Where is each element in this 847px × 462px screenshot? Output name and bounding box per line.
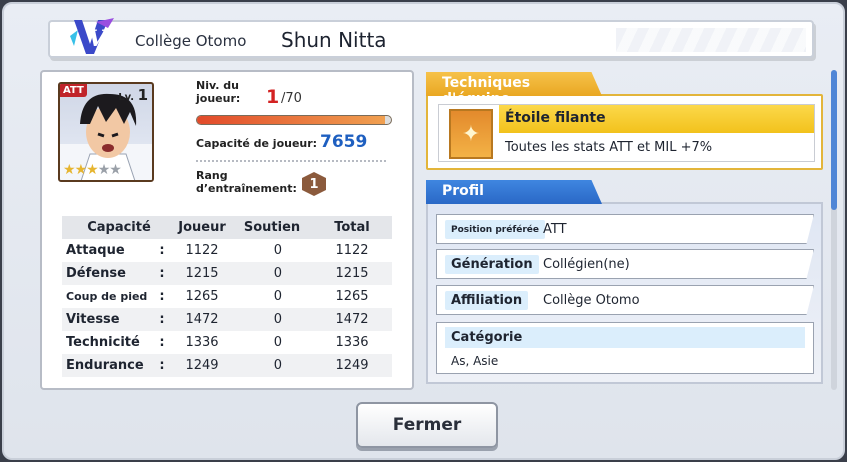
player-detail-dialog: V Collège Otomo Shun Nitta ATT Lv. 1 ★★★… — [2, 2, 845, 460]
header-total: Total — [334, 220, 370, 235]
star-icon: ★ — [74, 162, 88, 178]
category-label: Catégorie — [445, 327, 805, 348]
v-logo-icon: V — [70, 18, 114, 54]
capacity-label: Capacité de joueur: — [196, 137, 318, 150]
header-support: Soutien — [243, 220, 301, 235]
school-name: Collège Otomo — [135, 32, 247, 50]
player-level-value: 1 — [266, 86, 280, 108]
table-row: Technicité: 1336 0 1336 — [66, 335, 369, 350]
player-portrait[interactable]: ATT Lv. 1 ★★★★★ — [58, 82, 154, 182]
profile-row-affiliation: Affiliation Collège Otomo — [436, 285, 814, 315]
team-technique-card[interactable]: ✦ Étoile filante Toutes les stats ATT et… — [426, 94, 823, 170]
dotted-divider — [196, 160, 386, 162]
close-button[interactable]: Fermer — [356, 402, 498, 448]
table-row: Vitesse: 1472 0 1472 — [62, 308, 392, 331]
header-capacity: Capacité — [87, 220, 151, 235]
svg-text:V: V — [88, 26, 107, 52]
table-row: Défense: 1215 0 1215 — [62, 262, 392, 285]
player-name: Shun Nitta — [281, 28, 387, 52]
card-level: Lv. 1 — [118, 86, 148, 104]
technique-item[interactable]: ✦ Étoile filante Toutes les stats ATT et… — [438, 104, 815, 162]
level-progress-bar — [196, 115, 392, 125]
profile-row-position: Position préférée ATT — [436, 214, 814, 244]
table-row: Attaque: 1122 0 1122 — [66, 243, 369, 258]
affiliation-value: Collège Otomo — [543, 293, 640, 308]
profile-row-category: Catégorie As, Asie — [436, 322, 814, 374]
generation-label: Génération — [445, 255, 539, 274]
scrollbar-thumb[interactable] — [831, 70, 837, 210]
star-icon: ★ — [63, 162, 76, 178]
player-level-max: /70 — [281, 91, 302, 106]
preferred-position-label: Position préférée — [445, 220, 545, 239]
stats-table-header: Capacité Joueur Soutien Total — [62, 216, 392, 239]
affiliation-label: Affiliation — [445, 291, 529, 310]
generation-value: Collégien(ne) — [543, 257, 630, 272]
header-player: Joueur — [178, 220, 226, 235]
training-rank-label: Rang d’entraînement: — [196, 169, 297, 195]
header-stripe-decoration — [616, 28, 806, 52]
profile-panel[interactable]: Position préférée ATT Génération Collégi… — [426, 202, 823, 384]
capacity-value: 7659 — [320, 132, 368, 152]
table-row: Endurance: 1249 0 1249 — [62, 354, 392, 377]
level-progress-fill — [197, 116, 386, 124]
position-badge: ATT — [60, 84, 87, 97]
rarity-stars: ★★★★★ — [63, 162, 122, 178]
preferred-position-value: ATT — [543, 222, 567, 237]
right-panel-scrollbar[interactable] — [831, 70, 837, 390]
shooting-star-icon: ✦ — [449, 109, 493, 159]
player-level-label: Niv. du joueur: — [196, 79, 241, 105]
star-empty-icon: ★ — [97, 162, 111, 178]
technique-name: Étoile filante — [499, 105, 814, 133]
category-value: As, Asie — [451, 354, 499, 368]
table-row: Coup de pied: 1265 0 1265 — [66, 289, 369, 304]
profile-row-generation: Génération Collégien(ne) — [436, 249, 814, 279]
star-icon: ★ — [86, 162, 99, 178]
star-empty-icon: ★ — [109, 162, 122, 178]
tab-team-techniques: Techniques d'équipe — [426, 72, 602, 96]
technique-description: Toutes les stats ATT et MIL +7% — [505, 140, 713, 155]
stats-table: Capacité Joueur Soutien Total Attaque: 1… — [62, 216, 392, 377]
tab-profile: Profil — [426, 180, 602, 204]
